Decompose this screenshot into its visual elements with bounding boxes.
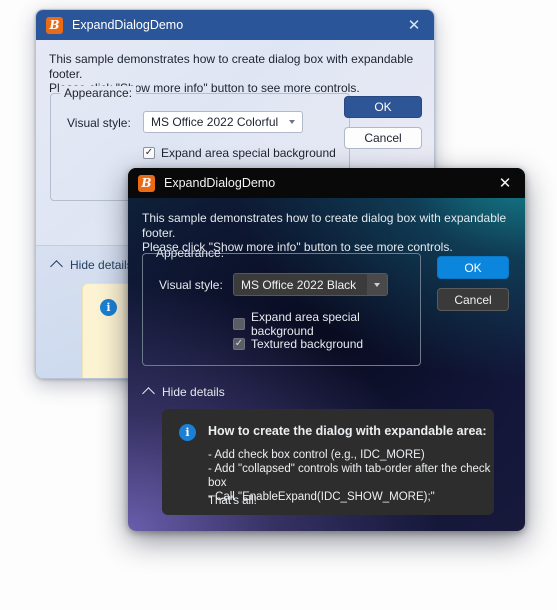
checkbox-expand-area-special-background[interactable]: Expand area special background [233,310,420,338]
checkbox-label: Expand area special background [251,310,360,338]
hide-details-toggle[interactable]: Hide details [50,258,133,273]
close-icon[interactable]: ✕ [400,13,428,37]
checkbox-icon[interactable] [233,318,245,330]
titlebar-light[interactable]: B ExpandDialogDemo ✕ [36,10,434,40]
group-label: Appearance: [156,246,225,260]
visual-style-value: MS Office 2022 Colorful [151,115,279,129]
app-icon: B [46,16,63,34]
info-icon: i [179,424,196,441]
window-title: ExpandDialogDemo [164,176,276,190]
info-icon: i [100,299,117,316]
hide-details-label: Hide details [70,258,133,272]
appearance-group-dark: Appearance: Visual style: MS Office 2022… [142,246,421,366]
chevron-down-icon[interactable] [282,112,302,132]
visual-style-combobox[interactable]: MS Office 2022 Black [233,273,388,296]
info-box-dark: i How to create the dialog with expandab… [162,409,494,515]
screen: B ExpandDialogDemo ✕ This sample demonst… [0,0,557,610]
checkbox-icon[interactable]: ✓ [143,147,155,159]
checkbox-label: Textured background [251,337,364,351]
chevron-up-icon [142,387,155,400]
cancel-button[interactable]: Cancel [437,288,509,311]
hide-details-label: Hide details [162,385,225,399]
chevron-up-icon [50,260,63,273]
window-title: ExpandDialogDemo [72,18,184,32]
info-heading: How to create the dialog with expandable… [208,424,487,438]
expand-dialog-dark[interactable]: B ExpandDialogDemo ✕ This sample demonst… [128,168,525,531]
group-label: Appearance: [60,86,137,100]
checkbox-expand-area-special-background[interactable]: ✓ Expand area special background [143,146,336,160]
ok-button[interactable]: OK [344,96,422,118]
close-icon[interactable]: ✕ [491,171,519,195]
visual-style-label: Visual style: [67,116,131,130]
hide-details-toggle[interactable]: Hide details [142,385,225,400]
app-icon: B [138,174,155,192]
chevron-down-icon[interactable] [367,274,387,295]
info-tail: That's all! [208,495,257,507]
visual-style-label: Visual style: [159,278,223,292]
visual-style-value: MS Office 2022 Black [241,277,357,292]
checkbox-textured-background[interactable]: ✓ Textured background [233,337,363,351]
titlebar-dark[interactable]: B ExpandDialogDemo ✕ [128,168,525,198]
visual-style-combobox[interactable]: MS Office 2022 Colorful [143,111,303,133]
ok-button[interactable]: OK [437,256,509,279]
dialog-body-dark: This sample demonstrates how to create d… [128,198,525,531]
cancel-button[interactable]: Cancel [344,127,422,149]
checkbox-label: Expand area special background [161,146,336,160]
checkbox-icon[interactable]: ✓ [233,338,245,350]
